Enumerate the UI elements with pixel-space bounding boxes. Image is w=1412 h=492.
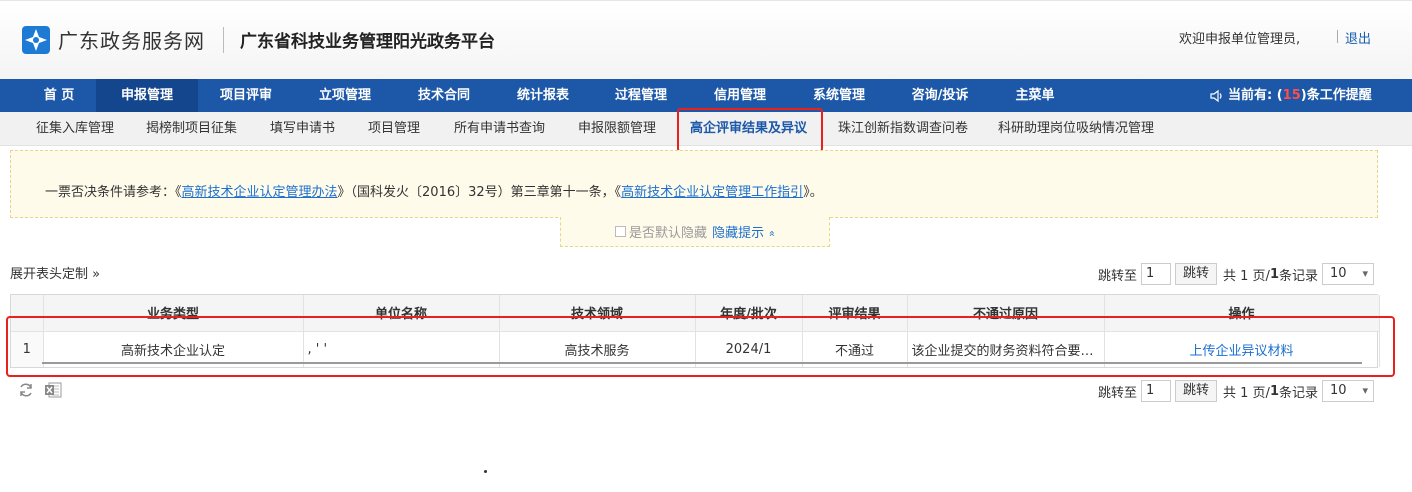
page-header: 广东政务服务网 广东省科技业务管理阳光政务平台 欢迎申报单位管理员, 退出 xyxy=(0,0,1412,79)
pager-jump-button[interactable]: 跳转 xyxy=(1175,380,1218,402)
nav-approval-management[interactable]: 立项管理 xyxy=(296,79,394,112)
pager-total-count: 1 xyxy=(1269,383,1279,399)
highlight-box-tab xyxy=(677,108,823,152)
notice-text: 一票否决条件请参考：《高新技术企业认定管理办法》（国科发火〔2016〕32号）第… xyxy=(45,181,823,200)
pager-page-input[interactable]: 1 xyxy=(1141,263,1171,285)
site-logo[interactable]: 广东政务服务网 广东省科技业务管理阳光政务平台 xyxy=(22,25,495,54)
default-hide-checkbox[interactable] xyxy=(615,226,627,237)
pager-size-select[interactable]: 10 xyxy=(1322,263,1374,285)
speaker-icon xyxy=(1210,89,1222,102)
subnav-project-management[interactable]: 项目管理 xyxy=(368,112,420,145)
nav-declaration-management[interactable]: 申报管理 xyxy=(96,79,198,112)
subnav-collection-storage[interactable]: 征集入库管理 xyxy=(36,112,114,145)
refresh-icon[interactable] xyxy=(18,382,34,398)
notice-panel: 一票否决条件请参考：《高新技术企业认定管理办法》（国科发火〔2016〕32号）第… xyxy=(10,150,1378,218)
stray-dot xyxy=(484,470,487,473)
logout-link[interactable]: 退出 xyxy=(1345,28,1371,47)
chevron-up-icon: » xyxy=(765,230,779,237)
pager-total-suffix: 条记录 xyxy=(1278,268,1318,284)
work-reminder[interactable]: 当前有: (15)条工作提醒 xyxy=(1210,79,1372,112)
platform-title: 广东省科技业务管理阳光政务平台 xyxy=(240,32,495,52)
subnav-innovation-survey[interactable]: 珠江创新指数调查问卷 xyxy=(838,112,968,145)
nav-tech-contract[interactable]: 技术合同 xyxy=(395,79,493,112)
welcome-divider xyxy=(1337,30,1338,43)
pager-top: 跳转至 1 跳转 共 1 页/1 条记录 10 xyxy=(1098,263,1374,285)
pager-jump-label: 跳转至 xyxy=(1097,268,1137,284)
notice-link-guideline[interactable]: 高新技术企业认定管理工作指引 xyxy=(621,185,803,200)
subnav-fill-application[interactable]: 填写申请书 xyxy=(270,112,335,145)
pager-size-select[interactable]: 10 xyxy=(1322,380,1374,402)
pager-jump-button[interactable]: 跳转 xyxy=(1175,263,1218,285)
notice-prefix: 一票否决条件请参考：《 xyxy=(45,185,182,200)
header-divider xyxy=(223,26,224,53)
welcome-text: 欢迎申报单位管理员, xyxy=(1179,32,1301,47)
hide-tip-link[interactable]: 隐藏提示 » xyxy=(712,222,779,241)
pager-total-count: 1 xyxy=(1269,266,1279,282)
hide-tip-bar: 是否默认隐藏 隐藏提示 » xyxy=(560,217,830,247)
pager-page-input[interactable]: 1 xyxy=(1141,380,1171,402)
pager-total-prefix: 共 1 页/ xyxy=(1223,385,1270,401)
gd-logo-icon xyxy=(22,25,50,54)
notice-middle: 》（国科发火〔2016〕32号）第三章第十一条，《 xyxy=(337,185,622,200)
nav-statistics-report[interactable]: 统计报表 xyxy=(494,79,592,112)
site-name: 广东政务服务网 xyxy=(58,29,205,53)
excel-export-icon[interactable] xyxy=(44,382,62,398)
nav-consult-complaint[interactable]: 咨询/投诉 xyxy=(889,79,991,112)
nav-process-management[interactable]: 过程管理 xyxy=(592,79,690,112)
pager-jump-label: 跳转至 xyxy=(1097,385,1137,401)
expand-column-customize[interactable]: 展开表头定制 » xyxy=(10,263,100,282)
notice-suffix: 》。 xyxy=(803,185,823,200)
reminder-count: 15 xyxy=(1282,88,1301,103)
subnav-quota-management[interactable]: 申报限额管理 xyxy=(578,112,656,145)
highlight-box-row xyxy=(6,316,1395,377)
table-tools xyxy=(18,382,72,398)
nav-main-menu[interactable]: 主菜单 xyxy=(990,79,1080,112)
reminder-prefix: 当前有: ( xyxy=(1228,88,1283,103)
hide-tip-link-text: 隐藏提示 xyxy=(712,226,765,241)
nav-project-review[interactable]: 项目评审 xyxy=(198,79,294,112)
pager-bottom: 跳转至 1 跳转 共 1 页/1 条记录 10 xyxy=(1098,380,1374,402)
subnav-all-applications[interactable]: 所有申请书查询 xyxy=(454,112,545,145)
pager-total-prefix: 共 1 页/ xyxy=(1223,268,1270,284)
default-hide-label: 是否默认隐藏 xyxy=(629,226,708,241)
subnav-unveiling-project[interactable]: 揭榜制项目征集 xyxy=(146,112,237,145)
reminder-suffix: )条工作提醒 xyxy=(1300,88,1372,103)
nav-home[interactable]: 首 页 xyxy=(18,79,100,112)
pager-total-suffix: 条记录 xyxy=(1278,385,1318,401)
subnav-research-assistant[interactable]: 科研助理岗位吸纳情况管理 xyxy=(998,112,1154,145)
notice-link-regulation[interactable]: 高新技术企业认定管理办法 xyxy=(182,185,338,200)
